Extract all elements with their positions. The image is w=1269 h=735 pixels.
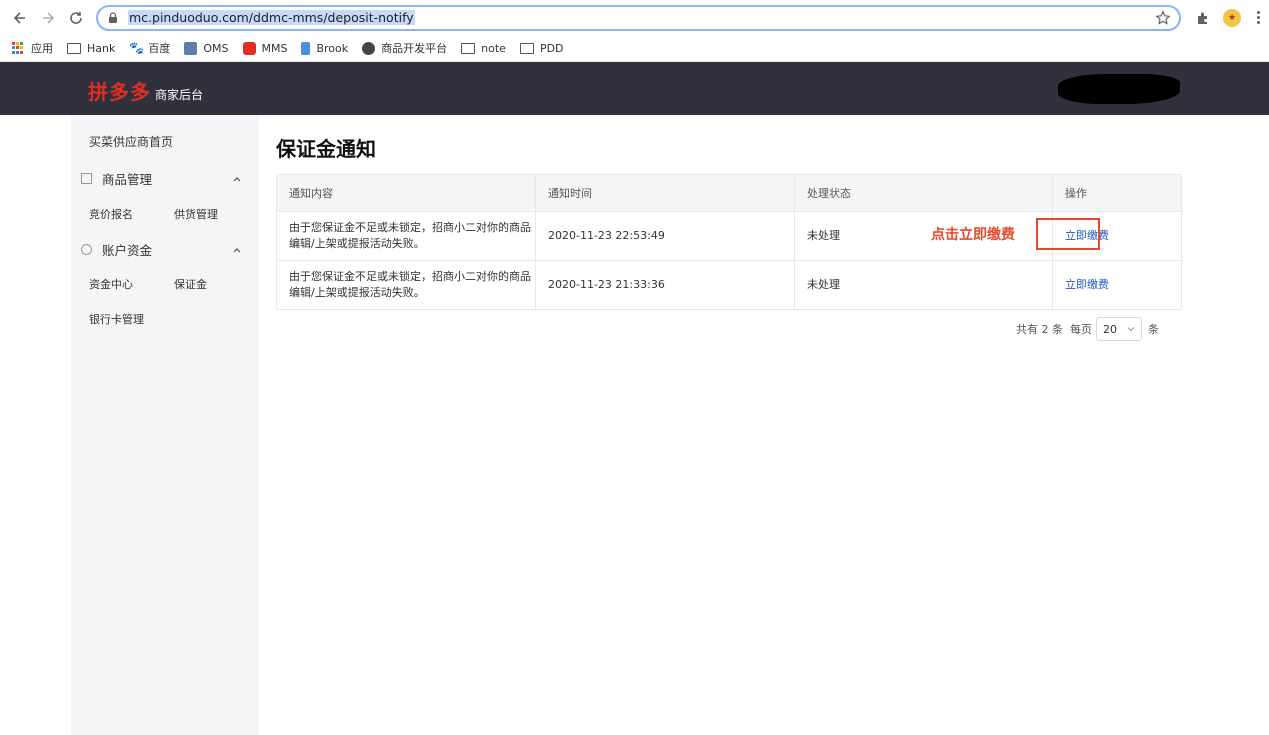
sidebar-item-bank-card[interactable]: 银行卡管理 [89, 311, 144, 327]
arrow-right-icon [43, 11, 55, 24]
sidebar-item-supply[interactable]: 供货管理 [174, 206, 218, 222]
column-header: 处理状态 [795, 175, 1053, 211]
bookmark-pdd[interactable]: PDD [519, 42, 564, 55]
sidebar-item-fund-center[interactable]: 资金中心 [89, 276, 133, 292]
status-text: 未处理 [795, 261, 1053, 309]
folder-icon [461, 42, 476, 54]
bookmark-product-dev[interactable]: 商品开发平台 [362, 40, 447, 56]
brook-icon [301, 41, 311, 55]
chevron-up-icon [233, 176, 241, 181]
bookmark-oms[interactable]: OMS [184, 41, 229, 55]
apps-grid-icon [12, 41, 25, 55]
notification-content: 由于您保证金不足或未锁定，招商小二对你的商品编辑/上架或提报活动失败。 [277, 261, 536, 309]
notification-time: 2020-11-23 21:33:36 [536, 261, 795, 309]
notification-time: 2020-11-23 22:53:49 [536, 212, 795, 260]
annotation-label: 点击立即缴费 [931, 227, 1015, 243]
bookmark-note[interactable]: note [461, 42, 506, 55]
bookmark-baidu[interactable]: 🐾 百度 [129, 40, 170, 56]
back-button[interactable] [8, 6, 32, 30]
bookmark-mms[interactable]: MMS [242, 41, 287, 55]
folder-icon [67, 42, 81, 54]
browser-toolbar: mc.pinduoduo.com/ddmc-mms/deposit-notify… [0, 0, 1269, 35]
chevron-down-icon [1127, 327, 1135, 332]
total-count: 2 [1041, 322, 1049, 336]
chevron-up-icon [233, 247, 241, 252]
app-header: 拼多多 商家后台 [0, 62, 1269, 115]
folder-icon [519, 42, 534, 54]
column-header: 通知时间 [536, 175, 795, 211]
sidebar-item-deposit[interactable]: 保证金 [174, 276, 207, 292]
address-bar[interactable]: mc.pinduoduo.com/ddmc-mms/deposit-notify [96, 4, 1181, 31]
browser-menu-button[interactable] [1257, 11, 1261, 24]
sidebar-item-bidding[interactable]: 竞价报名 [89, 206, 133, 222]
column-header: 操作 [1053, 175, 1181, 211]
pagination: 共有 2 条 每页 20 条 [1016, 317, 1159, 341]
sidebar-group-funds[interactable]: 账户资金 [81, 240, 241, 259]
product-icon [81, 173, 92, 184]
extensions-puzzle-icon[interactable] [1195, 10, 1211, 26]
bookmark-star-icon[interactable] [1155, 9, 1171, 26]
globe-icon [362, 41, 376, 55]
bookmark-apps[interactable]: 应用 [12, 40, 53, 56]
notification-content: 由于您保证金不足或未锁定，招商小二对你的商品编辑/上架或提报活动失败。 [277, 212, 536, 260]
sidebar: 买菜供应商首页 商品管理 竞价报名 供货管理 账户资金 资金中心 保证金 银行卡… [0, 115, 259, 735]
arrow-left-icon [13, 11, 25, 24]
table-row: 由于您保证金不足或未锁定，招商小二对你的商品编辑/上架或提报活动失败。 2020… [277, 261, 1181, 309]
bookmarks-bar: 应用 Hank 🐾 百度 OMS MMS Brook 商品开发平台 note P… [0, 35, 1269, 62]
profile-avatar[interactable]: ★ [1223, 8, 1241, 27]
oms-icon [184, 41, 198, 55]
annotation-highlight-box [1036, 218, 1100, 250]
main-content: 保证金通知 通知内容 通知时间 处理状态 操作 由于您保证金不足或未锁定，招商小… [259, 115, 1269, 735]
page-title: 保证金通知 [276, 137, 376, 161]
bookmark-hank[interactable]: Hank [67, 42, 115, 55]
baidu-icon: 🐾 [129, 40, 145, 55]
bookmark-brook[interactable]: Brook [301, 41, 348, 55]
column-header: 通知内容 [277, 175, 536, 211]
reload-button[interactable] [64, 6, 88, 30]
pay-now-link[interactable]: 立即缴费 [1065, 277, 1109, 293]
lock-icon [109, 11, 117, 23]
url-text[interactable]: mc.pinduoduo.com/ddmc-mms/deposit-notify [128, 10, 415, 25]
forward-button[interactable] [36, 6, 60, 30]
brand-logo[interactable]: 拼多多 商家后台 [88, 76, 203, 105]
redacted-user-info [1058, 74, 1180, 104]
sidebar-item-home[interactable]: 买菜供应商首页 [89, 133, 173, 150]
table-header-row: 通知内容 通知时间 处理状态 操作 [277, 175, 1181, 212]
page-size-select[interactable]: 20 [1096, 317, 1142, 341]
mms-icon [242, 41, 256, 55]
yen-icon [81, 244, 92, 255]
reload-icon [70, 11, 82, 24]
sidebar-group-products[interactable]: 商品管理 [81, 169, 241, 188]
